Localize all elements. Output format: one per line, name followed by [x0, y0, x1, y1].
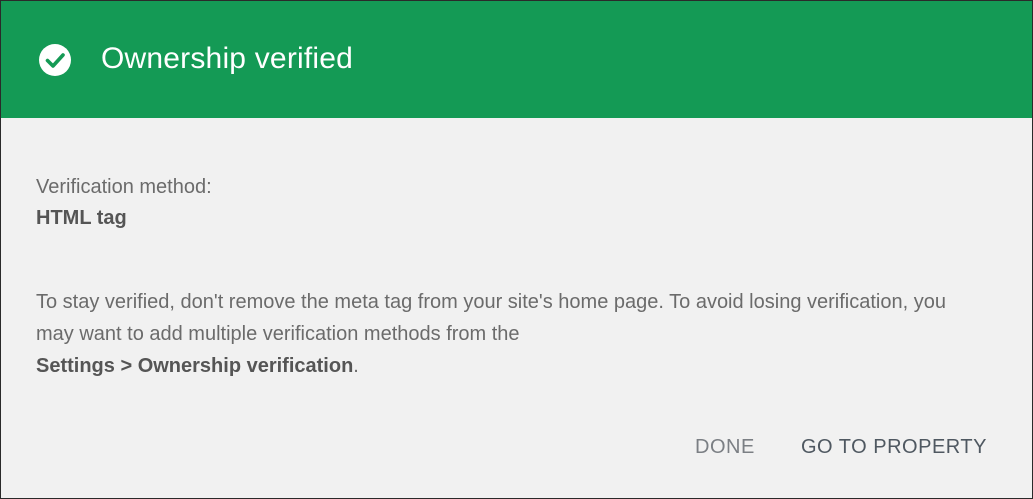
verification-note: To stay verified, don't remove the meta … — [36, 286, 976, 382]
note-end: . — [353, 355, 359, 377]
go-to-property-button[interactable]: GO TO PROPERTY — [801, 431, 987, 463]
verification-method-value: HTML tag — [36, 207, 127, 229]
verification-method-label: Verification method: — [36, 176, 212, 198]
dialog-title: Ownership verified — [101, 42, 354, 75]
note-text: To stay verified, don't remove the meta … — [36, 291, 946, 345]
done-button[interactable]: DONE — [695, 431, 755, 463]
settings-path: Settings > Ownership verification — [36, 355, 354, 377]
check-circle-icon — [39, 44, 71, 76]
dialog-header: Ownership verified — [1, 1, 1032, 118]
ownership-verified-dialog: Ownership verified Verification method: … — [0, 0, 1033, 499]
